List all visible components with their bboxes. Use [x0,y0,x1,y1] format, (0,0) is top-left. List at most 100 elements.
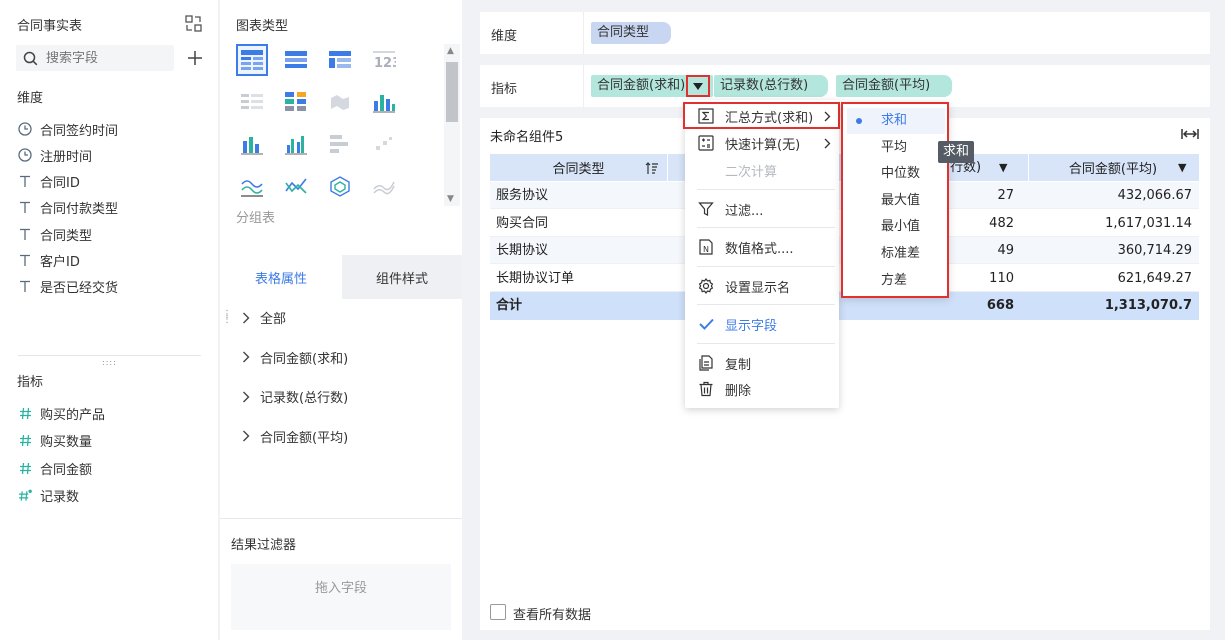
aggregation-option[interactable]: 平均 [881,135,907,161]
menu-item-secondary-calc[interactable]: 二次计算 [685,157,839,183]
aggregation-option[interactable]: 方差 [881,268,907,294]
search-box[interactable] [16,45,174,71]
svg-text:123: 123 [374,56,396,70]
dimension-field[interactable]: 客户ID [18,251,80,271]
filter-icon [697,201,715,217]
text-type-icon [18,254,32,267]
dimension-field[interactable]: 合同签约时间 [18,119,118,139]
metric-field[interactable]: 记录数 [18,486,79,506]
dimension-field[interactable]: 合同ID [18,172,80,192]
menu-item-settings[interactable]: 设置显示名 [685,273,839,299]
filter-drop-zone[interactable]: 拖入字段 [231,564,451,630]
header-dropdown-icon[interactable]: ▼ [1178,161,1186,174]
text-type-icon [18,280,32,293]
line-chart-icon[interactable] [236,170,268,202]
dimension-tag[interactable]: 合同类型 [591,22,672,44]
cell-avg: 1,617,031.14 [1105,215,1192,231]
kpi-card-icon[interactable] [280,86,312,118]
field-panel: 合同事实表 维度 合同签约时间注册时间合同ID 合同付款类型合同类型客户ID 是否已… [0,0,218,640]
property-tree-item[interactable]: 合同金额(求和) [242,348,348,367]
header-label: 合同类型 [552,162,605,177]
text-type-icon [18,175,32,188]
panel-divider[interactable] [18,355,201,356]
metric-field[interactable]: 购买数量 [18,431,92,451]
metric-tag-avg[interactable]: 合同金额(平均) [836,75,953,97]
kpi-number-icon[interactable]: 123 [368,44,400,76]
menu-item-label: 删除 [725,383,752,399]
group-table-icon[interactable] [280,44,312,76]
menu-item-quick-calc[interactable]: 快速计算(无) [685,130,839,156]
field-label: 合同类型 [40,228,93,244]
aggregation-option[interactable]: 标准差 [881,241,920,267]
highlight-box [683,102,840,129]
header-dropdown-icon[interactable]: ▼ [999,161,1007,174]
search-input[interactable] [46,50,166,66]
fit-width-icon[interactable] [1180,126,1200,142]
metric-field[interactable]: 购买的产品 [18,403,105,423]
total-label: 合计 [496,298,523,313]
header-cell-avg[interactable]: 合同金额(平均) [1028,154,1198,181]
detail-table-icon[interactable] [236,86,268,118]
chevron-right-icon [242,391,250,403]
metric-tag-label: 合同金额(求和) [597,78,686,93]
menu-item-filter[interactable]: 过滤... [685,196,839,222]
chart-type-title: 图表类型 [236,19,289,34]
switch-table-icon[interactable] [184,14,202,32]
scroll-up-icon[interactable]: ▲ [447,46,454,56]
map-chart-icon[interactable] [324,86,356,118]
tab-component-style[interactable]: 组件样式 [342,255,462,299]
dimension-field[interactable]: 是否已经交货 [18,277,118,297]
aggregation-option[interactable]: 中位数 [881,161,920,187]
scroll-thumb[interactable] [446,62,458,122]
scatter-chart-icon[interactable] [368,128,400,160]
menu-item-check[interactable]: 显示字段 [685,311,839,337]
menu-item-number-format[interactable]: N 数值格式.... [685,234,839,260]
cross-table-icon[interactable] [324,44,356,76]
search-icon [22,50,38,66]
property-tree-item[interactable]: 合同金额(平均) [242,427,348,446]
metric-field[interactable]: 合同金额 [18,458,92,478]
dimension-field[interactable]: 合同类型 [18,224,92,244]
aggregation-option[interactable]: 最小值 [881,214,920,240]
field-label: 购买的产品 [40,407,106,423]
table-title: 合同事实表 [17,19,83,34]
tree-label: 合同金额(求和) [260,351,349,367]
chart-icons-scrollbar[interactable]: ▲ ▼ [444,44,460,206]
view-all-checkbox[interactable] [490,604,506,620]
cell-type: 服务协议 [496,188,549,203]
bar-chart-icon[interactable] [236,128,268,160]
chevron-right-icon [824,138,831,149]
result-filter-section: 结果过滤器 拖入字段 [220,518,462,640]
sort-icon[interactable] [644,160,660,176]
dimension-field[interactable]: 合同付款类型 [18,198,118,218]
dimension-field[interactable]: 注册时间 [18,145,92,165]
header-cell-type[interactable]: 合同类型 [490,154,667,181]
header-label: 合同金额(平均) [1068,162,1158,177]
stacked-bar-icon[interactable] [368,86,400,118]
table-chart-icon[interactable] [236,44,268,76]
metric-tag-count[interactable]: 记录数(总行数) [714,75,829,97]
property-tree-item[interactable]: 全部 [242,308,286,327]
horizontal-bar-icon[interactable] [324,128,356,160]
aggregation-option[interactable]: 最大值 [881,188,920,214]
property-tree-item[interactable]: 记录数(总行数) [242,387,348,406]
drag-handle-icon[interactable]: :::: [102,358,117,367]
aggregation-option[interactable]: 求和 [881,108,907,134]
menu-item-label: 显示字段 [725,318,778,334]
grouped-bar-icon[interactable] [280,128,312,160]
number-format-icon: N [697,239,715,255]
add-field-icon[interactable] [185,48,205,68]
dimension-bar: 维度 合同类型 [480,12,1210,54]
multi-line-icon[interactable] [368,170,400,202]
field-label: 合同金额 [40,462,93,478]
menu-item-copy[interactable]: 复制 [685,350,839,376]
scroll-down-icon[interactable]: ▼ [447,194,454,204]
menu-item-delete[interactable]: 删除 [685,376,839,402]
clock-icon [18,122,32,136]
area-line-icon[interactable] [280,170,312,202]
drag-handle-icon[interactable]: ⋮ ⋮ [222,310,232,325]
number-type-icon [18,462,32,475]
dropdown-arrow-icon[interactable] [686,75,710,97]
radar-chart-icon[interactable] [324,170,356,202]
tab-table-properties[interactable]: 表格属性 [220,255,342,299]
